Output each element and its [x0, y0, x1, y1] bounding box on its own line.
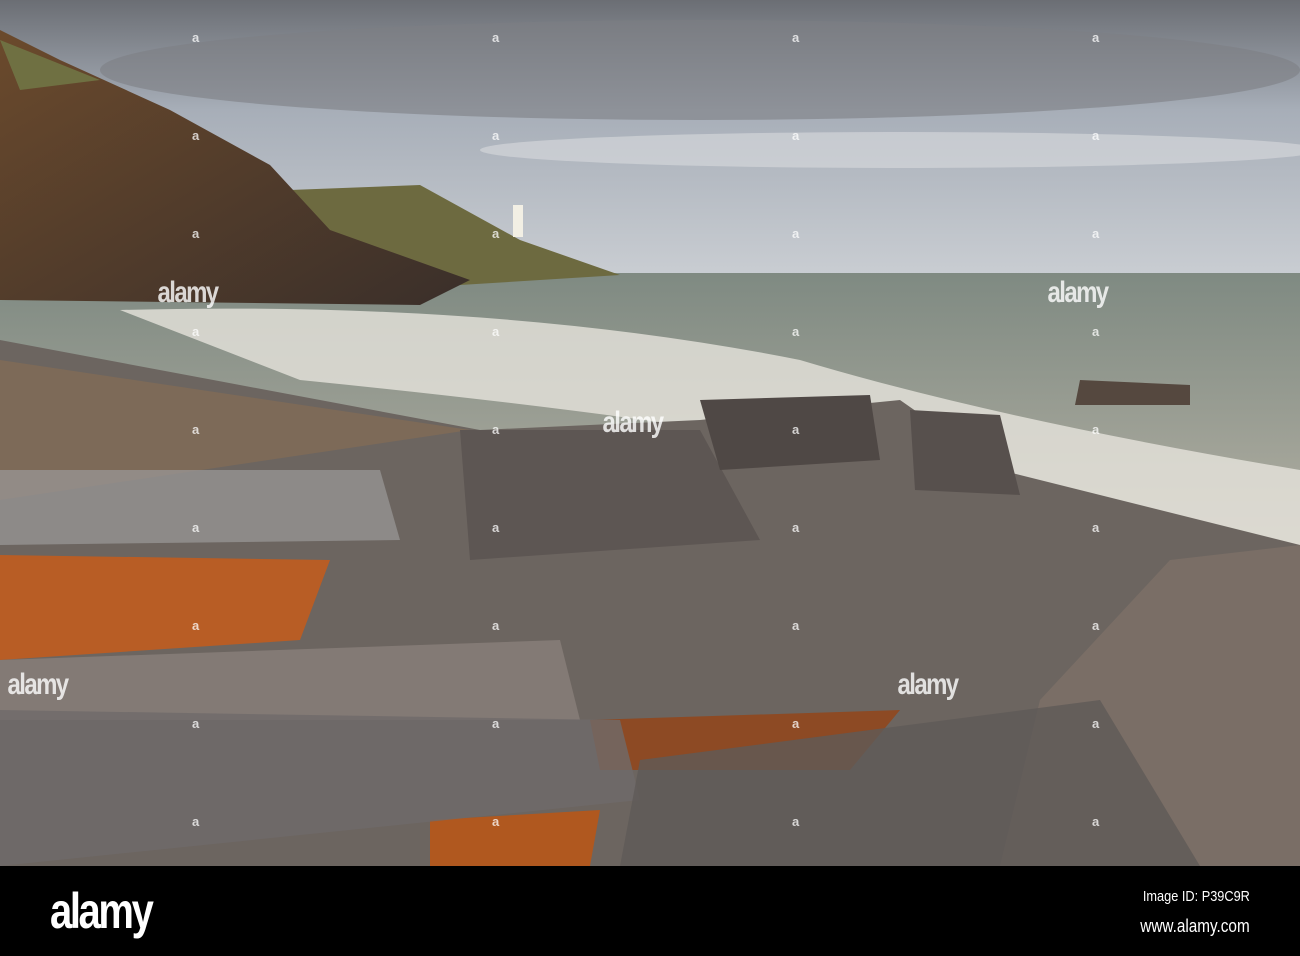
watermark-mark: a: [792, 520, 800, 535]
watermark-mark: a: [1092, 422, 1100, 437]
watermark-mark: a: [1092, 716, 1100, 731]
watermark-text: alamy: [602, 406, 665, 439]
watermark-mark: a: [1092, 30, 1100, 45]
watermark-mark: a: [492, 128, 500, 143]
watermark-mark: a: [1092, 520, 1100, 535]
watermark-mark: a: [492, 814, 500, 829]
watermark-mark: a: [492, 422, 500, 437]
site-url: www.alamy.com: [1140, 916, 1250, 936]
watermark-mark: a: [1092, 324, 1100, 339]
watermark-mark: a: [1092, 128, 1100, 143]
alamy-logo: alamy: [50, 883, 154, 939]
watermark-mark: a: [192, 226, 200, 241]
watermark-mark: a: [792, 30, 800, 45]
footer-bar: alamy Image ID: P39C9R www.alamy.com: [0, 866, 1300, 956]
watermark-mark: a: [792, 618, 800, 633]
watermark-mark: a: [192, 618, 200, 633]
watermark-mark: a: [792, 716, 800, 731]
watermark-mark: a: [192, 716, 200, 731]
watermark-mark: a: [1092, 226, 1100, 241]
watermark-text: alamy: [897, 668, 960, 701]
watermark-mark: a: [192, 520, 200, 535]
watermark-mark: a: [792, 128, 800, 143]
watermark-mark: a: [192, 422, 200, 437]
watermark-text: alamy: [7, 668, 70, 701]
watermark-mark: a: [492, 618, 500, 633]
watermark-text: alamy: [157, 276, 220, 309]
watermark-mark: a: [192, 814, 200, 829]
watermark-mark: a: [792, 814, 800, 829]
watermark-mark: a: [792, 422, 800, 437]
watermark-mark: a: [1092, 618, 1100, 633]
watermark-mark: a: [492, 520, 500, 535]
watermark-mark: a: [492, 30, 500, 45]
watermark-mark: a: [792, 324, 800, 339]
watermark-mark: a: [192, 324, 200, 339]
lighthouse: [513, 205, 523, 237]
watermark-mark: a: [492, 226, 500, 241]
watermark-mark: a: [792, 226, 800, 241]
watermark-text: alamy: [1047, 276, 1110, 309]
watermark-mark: a: [192, 30, 200, 45]
watermark-mark: a: [192, 128, 200, 143]
watermark-mark: a: [492, 716, 500, 731]
watermark-mark: a: [492, 324, 500, 339]
image-id: Image ID: P39C9R: [1142, 888, 1250, 905]
stock-photo: alamy alamy alamy alamy alamy alamy Imag…: [0, 0, 1300, 956]
watermark-mark: a: [1092, 814, 1100, 829]
